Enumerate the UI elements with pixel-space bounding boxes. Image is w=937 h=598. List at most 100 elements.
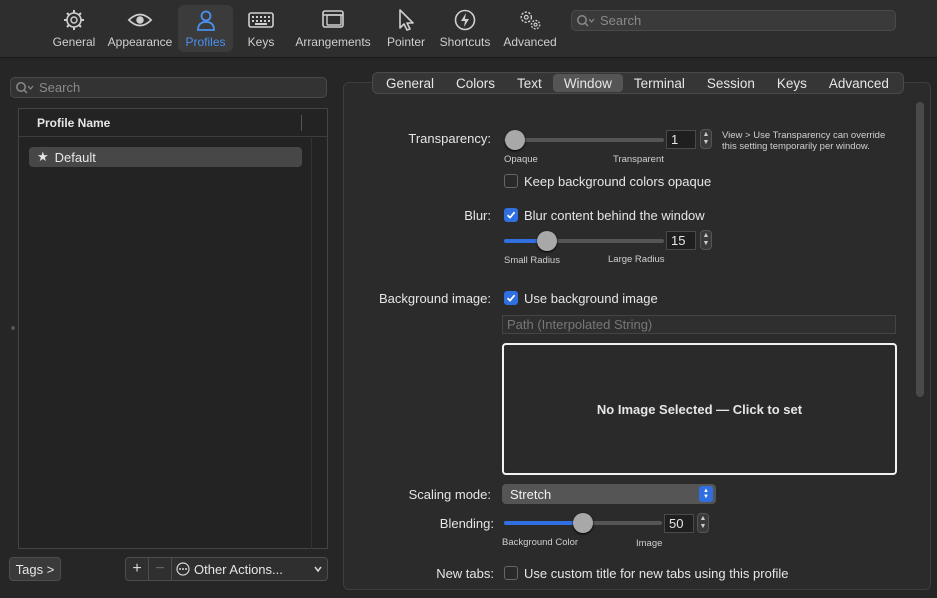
tab-advanced[interactable]: Advanced <box>818 74 900 92</box>
blur-label: Blur: <box>464 208 491 223</box>
toolbar-arrangements[interactable]: Arrangements <box>294 5 372 52</box>
toolbar-label: Shortcuts <box>439 35 491 49</box>
ellipsis-icon <box>176 562 190 576</box>
scaling-mode-label: Scaling mode: <box>408 487 491 502</box>
toolbar-advanced[interactable]: Advanced <box>502 5 558 52</box>
toolbar-label: Arrangements <box>295 35 371 49</box>
blending-slider-knob[interactable] <box>573 513 593 533</box>
blending-stepper[interactable]: ▲ ▼ <box>697 513 709 533</box>
profile-actions-bar: + − Other Actions... <box>125 557 328 581</box>
new-tabs-label: New tabs: <box>436 566 494 581</box>
tab-colors[interactable]: Colors <box>445 74 506 92</box>
slider-max-label: Transparent <box>613 154 664 165</box>
split-handle[interactable] <box>11 326 15 330</box>
eye-icon <box>127 8 153 32</box>
blur-stepper[interactable]: ▲ ▼ <box>700 230 712 250</box>
transparency-note: View > Use Transparency can override thi… <box>722 130 886 152</box>
toolbar-search-input[interactable]: Search <box>571 10 896 31</box>
slider-max-label: Large Radius <box>608 254 665 265</box>
star-icon: ★ <box>37 149 49 164</box>
slider-max-label: Image <box>636 538 663 549</box>
background-image-label: Background image: <box>378 291 491 306</box>
checkmark-icon <box>506 294 516 302</box>
table-divider <box>311 138 312 549</box>
background-image-checkbox-label: Use background image <box>524 291 658 306</box>
slider-min-label: Small Radius <box>504 255 560 266</box>
slider-min-label: Opaque <box>504 154 538 165</box>
toolbar-label: Keys <box>247 35 275 49</box>
column-separator <box>301 115 302 131</box>
toolbar-label: Pointer <box>386 35 426 49</box>
gears-icon <box>517 8 543 32</box>
background-image-path-input[interactable]: Path (Interpolated String) <box>502 315 896 334</box>
toolbar-label: General <box>52 35 96 49</box>
tab-text[interactable]: Text <box>506 74 553 92</box>
new-tabs-checkbox[interactable] <box>504 566 518 580</box>
column-header-profile-name[interactable]: Profile Name <box>19 109 327 137</box>
toolbar-keys[interactable]: Keys <box>240 5 282 52</box>
toolbar-pointer[interactable]: Pointer <box>383 5 429 52</box>
transparency-slider-track[interactable] <box>504 138 664 142</box>
profile-row-default[interactable]: ★ Default <box>29 147 302 167</box>
search-icon <box>15 81 35 95</box>
lightning-icon <box>452 8 478 32</box>
image-well-text: No Image Selected — Click to set <box>596 401 803 417</box>
up-arrow-icon: ▲ <box>702 232 710 239</box>
gear-icon <box>61 8 87 32</box>
scaling-mode-select[interactable]: Stretch ▲ ▼ <box>502 484 716 504</box>
search-icon <box>576 14 596 28</box>
down-arrow-icon: ▼ <box>702 139 710 146</box>
tab-session[interactable]: Session <box>696 74 766 92</box>
blending-label: Blending: <box>439 516 494 531</box>
blur-checkbox[interactable] <box>504 208 518 222</box>
toolbar-appearance[interactable]: Appearance <box>104 5 176 52</box>
person-icon <box>193 8 219 32</box>
transparency-label: Transparency: <box>408 131 491 146</box>
other-actions-menu[interactable]: Other Actions... <box>172 558 327 580</box>
windows-icon <box>320 8 346 32</box>
other-actions-label: Other Actions... <box>194 561 283 577</box>
up-arrow-icon: ▲ <box>702 131 710 138</box>
profile-search-input[interactable]: Search <box>10 77 327 98</box>
profile-name: Default <box>54 149 96 165</box>
scaling-mode-value: Stretch <box>510 486 552 502</box>
keep-bg-opaque-checkbox[interactable] <box>504 174 518 188</box>
tags-button[interactable]: Tags > <box>9 557 61 581</box>
toolbar-label: Profiles <box>185 35 226 49</box>
blur-slider-knob[interactable] <box>537 231 557 251</box>
checkmark-icon <box>506 211 516 219</box>
transparency-stepper[interactable]: ▲ ▼ <box>700 129 712 149</box>
toolbar-profiles[interactable]: Profiles <box>178 5 233 52</box>
down-arrow-icon: ▼ <box>699 523 707 530</box>
profile-table: Profile Name ★ Default <box>18 108 328 549</box>
toolbar-shortcuts[interactable]: Shortcuts <box>437 5 493 52</box>
keyboard-icon <box>248 8 274 32</box>
profile-tabs: General Colors Text Window Terminal Sess… <box>372 72 904 94</box>
remove-profile-button[interactable]: − <box>149 558 172 580</box>
background-image-checkbox[interactable] <box>504 291 518 305</box>
search-placeholder: Search <box>39 80 81 95</box>
blending-value-field[interactable]: 50 <box>664 514 694 533</box>
down-arrow-icon: ▼ <box>702 240 710 247</box>
background-image-well[interactable]: No Image Selected — Click to set <box>502 343 897 475</box>
toolbar-label: Appearance <box>107 35 173 49</box>
slider-min-label: Background Color <box>502 537 579 548</box>
blending-slider-fill <box>504 521 582 525</box>
tab-window[interactable]: Window <box>552 74 623 92</box>
transparency-value-field[interactable]: 1 <box>666 130 696 149</box>
chevron-down-icon <box>313 562 323 579</box>
new-tabs-checkbox-label: Use custom title for new tabs using this… <box>524 566 789 581</box>
keep-bg-opaque-label: Keep background colors opaque <box>524 174 712 189</box>
preferences-toolbar: General Appearance Profiles Keys Arrange… <box>0 0 937 58</box>
vertical-scrollbar[interactable] <box>916 102 924 397</box>
blur-value-field[interactable]: 15 <box>666 231 696 250</box>
search-placeholder: Search <box>600 13 642 28</box>
tab-terminal[interactable]: Terminal <box>623 74 696 92</box>
pointer-icon <box>393 8 419 32</box>
toolbar-general[interactable]: General <box>50 5 98 52</box>
tab-keys[interactable]: Keys <box>766 74 818 92</box>
tab-general[interactable]: General <box>375 74 445 92</box>
add-profile-button[interactable]: + <box>126 558 149 580</box>
transparency-slider-knob[interactable] <box>505 130 525 150</box>
chevron-updown-icon: ▲ ▼ <box>699 486 713 502</box>
